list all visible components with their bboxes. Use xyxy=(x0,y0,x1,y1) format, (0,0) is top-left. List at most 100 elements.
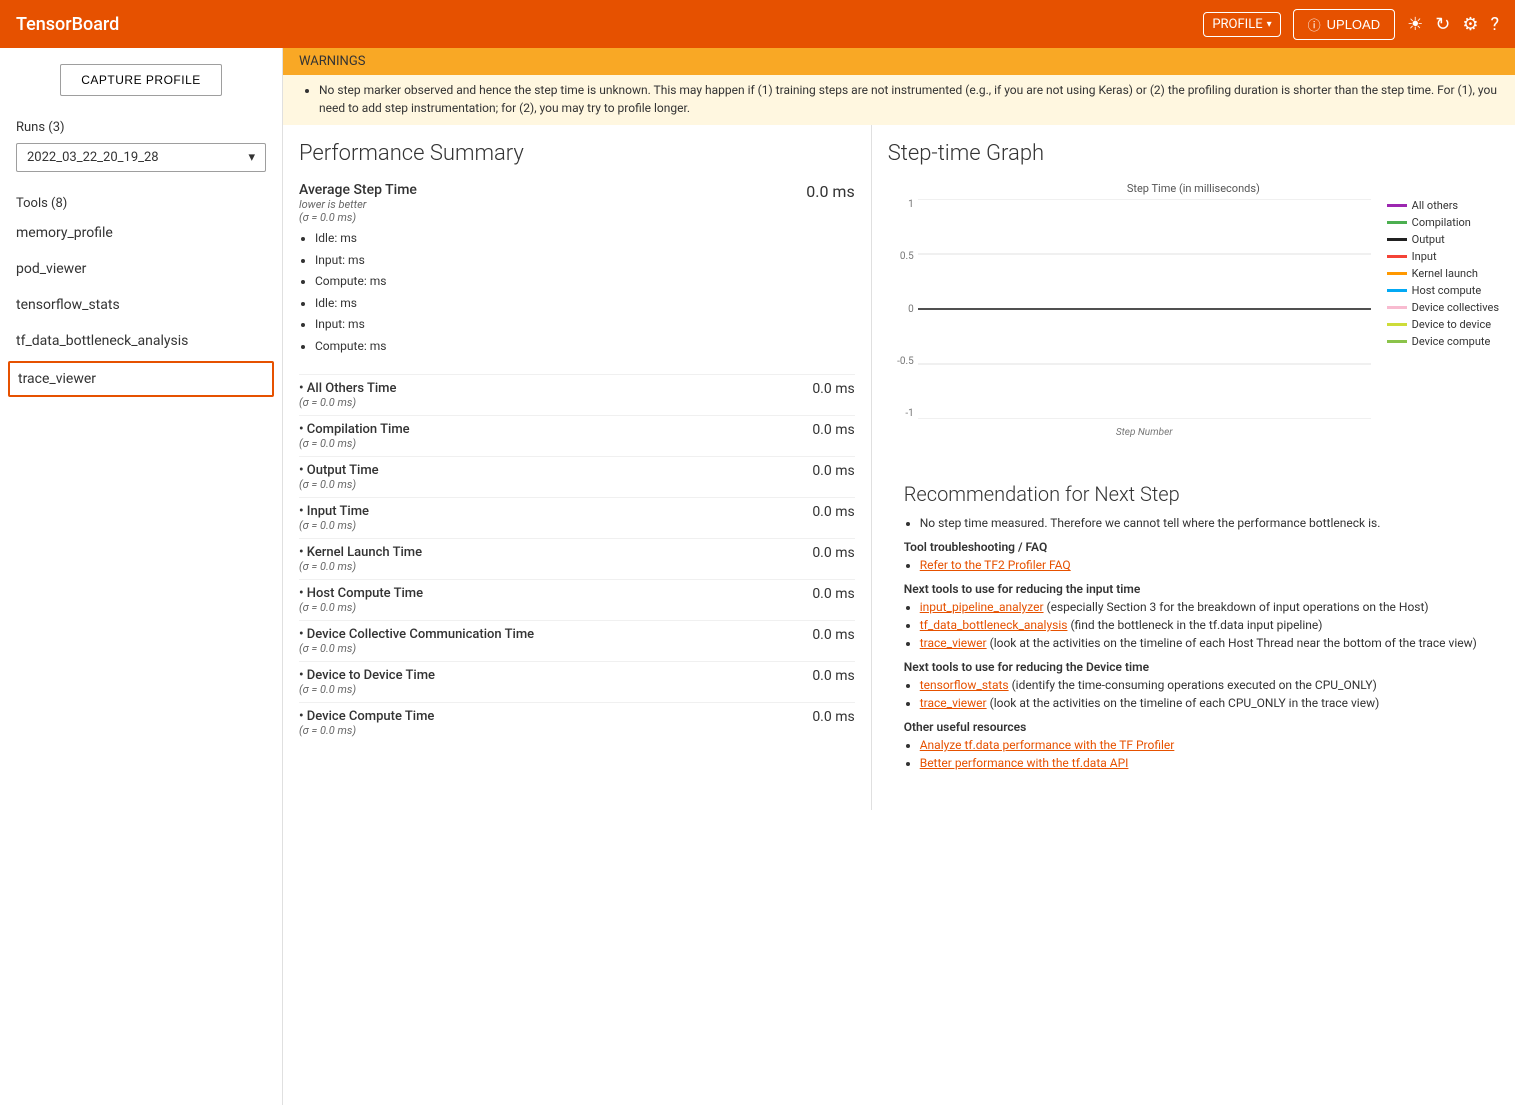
metric-row: Compilation Time (σ = 0.0 ms) 0.0 ms xyxy=(299,415,855,456)
runs-label: Runs (3) xyxy=(0,112,282,139)
legend-item: All others xyxy=(1387,199,1499,212)
legend-color-swatch xyxy=(1387,221,1407,224)
legend-color-swatch xyxy=(1387,272,1407,275)
legend-color-swatch xyxy=(1387,238,1407,241)
metric-value: 0.0 ms xyxy=(800,586,855,602)
metric-row: All Others Time (σ = 0.0 ms) 0.0 ms xyxy=(299,374,855,415)
sidebar-item-tensorflow_stats[interactable]: tensorflow_stats xyxy=(0,287,282,323)
avg-step-bullets: Idle: msInput: msCompute: msIdle: msInpu… xyxy=(299,228,855,358)
rec-no-step: No step time measured. Therefore we cann… xyxy=(904,516,1483,530)
legend-item: Output xyxy=(1387,233,1499,246)
metric-row: Input Time (σ = 0.0 ms) 0.0 ms xyxy=(299,497,855,538)
sidebar-item-pod_viewer[interactable]: pod_viewer xyxy=(0,251,282,287)
metric-value: 0.0 ms xyxy=(800,422,855,438)
performance-panel: Performance Summary Average Step Time lo… xyxy=(283,125,872,810)
device-link[interactable]: tensorflow_stats xyxy=(920,678,1009,692)
profile-label: PROFILE xyxy=(1212,17,1262,32)
metric-value: 0.0 ms xyxy=(800,668,855,684)
runs-dropdown[interactable]: 2022_03_22_20_19_28 ▾ xyxy=(16,143,266,172)
sidebar-item-memory_profile[interactable]: memory_profile xyxy=(0,215,282,251)
metric-row: Host Compute Time (σ = 0.0 ms) 0.0 ms xyxy=(299,579,855,620)
sidebar-item-tf_data_bottleneck_analysis[interactable]: tf_data_bottleneck_analysis xyxy=(0,323,282,359)
legend-item: Input xyxy=(1387,250,1499,263)
input-link[interactable]: tf_data_bottleneck_analysis xyxy=(920,618,1068,632)
metric-row: Output Time (σ = 0.0 ms) 0.0 ms xyxy=(299,456,855,497)
chevron-down-icon: ▾ xyxy=(1267,19,1272,30)
rec-title: Recommendation for Next Step xyxy=(904,482,1483,506)
metric-sigma: (σ = 0.0 ms) xyxy=(299,478,379,491)
legend-color-swatch xyxy=(1387,323,1407,326)
sidebar: CAPTURE PROFILE Runs (3) 2022_03_22_20_1… xyxy=(0,48,283,1105)
step-time-graph: Step Time (in milliseconds) 1 0.5 0 -0.5… xyxy=(888,182,1499,482)
input-link[interactable]: trace_viewer xyxy=(920,636,987,650)
other-links: Analyze tf.data performance with the TF … xyxy=(904,738,1483,770)
avg-step-main: Average Step Time lower is better (σ = 0… xyxy=(299,182,855,224)
faq-link-list: Refer to the TF2 Profiler FAQ xyxy=(904,558,1483,572)
metric-value: 0.0 ms xyxy=(800,545,855,561)
upload-button[interactable]: ⓘ UPLOAD xyxy=(1293,9,1395,40)
metric-row: Device Compute Time (σ = 0.0 ms) 0.0 ms xyxy=(299,702,855,743)
legend-item: Compilation xyxy=(1387,216,1499,229)
device-link[interactable]: trace_viewer xyxy=(920,696,987,710)
metric-label: Device to Device Time xyxy=(299,668,435,683)
legend-item: Kernel launch xyxy=(1387,267,1499,280)
app-title: TensorBoard xyxy=(16,14,1203,35)
metric-value: 0.0 ms xyxy=(800,627,855,643)
metrics-list: All Others Time (σ = 0.0 ms) 0.0 ms Comp… xyxy=(299,374,855,743)
legend-color-swatch xyxy=(1387,340,1407,343)
metric-label: Device Compute Time xyxy=(299,709,434,724)
graph-area: 1 0.5 0 -0.5 -1 xyxy=(888,199,1499,438)
graph-title: Step-time Graph xyxy=(888,141,1499,166)
recommendation-section: Recommendation for Next Step No step tim… xyxy=(888,482,1499,794)
right-panel: Step-time Graph Step Time (in millisecon… xyxy=(872,125,1515,810)
metric-sigma: (σ = 0.0 ms) xyxy=(299,601,423,614)
metric-sigma: (σ = 0.0 ms) xyxy=(299,683,435,696)
settings-icon[interactable]: ⚙ xyxy=(1462,14,1478,35)
main-content: WARNINGS No step marker observed and hen… xyxy=(283,48,1515,1105)
help-icon[interactable]: ? xyxy=(1490,14,1499,35)
brightness-icon[interactable]: ☀ xyxy=(1407,14,1423,35)
metric-sigma: (σ = 0.0 ms) xyxy=(299,437,410,450)
warnings-title: WARNINGS xyxy=(299,54,365,69)
x-axis-label: Step Number xyxy=(918,427,1371,438)
metric-row: Device to Device Time (σ = 0.0 ms) 0.0 m… xyxy=(299,661,855,702)
faq-link[interactable]: Refer to the TF2 Profiler FAQ xyxy=(920,558,1071,572)
header: TensorBoard PROFILE ▾ ⓘ UPLOAD ☀ ↻ ⚙ ? xyxy=(0,0,1515,48)
other-link[interactable]: Better performance with the tf.data API xyxy=(920,756,1129,770)
device-links: tensorflow_stats (identify the time-cons… xyxy=(904,678,1483,710)
warnings-bar: WARNINGS xyxy=(283,48,1515,75)
metric-row: Device Collective Communication Time (σ … xyxy=(299,620,855,661)
y-axis: 1 0.5 0 -0.5 -1 xyxy=(888,199,918,419)
legend-item: Host compute xyxy=(1387,284,1499,297)
capture-profile-button[interactable]: CAPTURE PROFILE xyxy=(60,64,222,96)
graph-legend: All others Compilation Output Input Kernel l… xyxy=(1387,199,1499,438)
profile-select[interactable]: PROFILE ▾ xyxy=(1203,12,1280,37)
legend-color-swatch xyxy=(1387,204,1407,207)
metric-sigma: (σ = 0.0 ms) xyxy=(299,396,396,409)
device-title: Next tools to use for reducing the Devic… xyxy=(904,660,1483,674)
dropdown-arrow-icon: ▾ xyxy=(248,150,255,165)
metric-sigma: (σ = 0.0 ms) xyxy=(299,560,422,573)
app-body: CAPTURE PROFILE Runs (3) 2022_03_22_20_1… xyxy=(0,48,1515,1105)
graph-svg xyxy=(918,199,1371,419)
metric-label: All Others Time xyxy=(299,381,396,396)
other-title: Other useful resources xyxy=(904,720,1483,734)
header-actions: PROFILE ▾ ⓘ UPLOAD ☀ ↻ ⚙ ? xyxy=(1203,9,1499,40)
sidebar-item-trace_viewer[interactable]: trace_viewer xyxy=(8,361,274,397)
metric-sigma: (σ = 0.0 ms) xyxy=(299,642,534,655)
tools-list: memory_profilepod_viewertensorflow_stats… xyxy=(0,215,282,399)
metric-value: 0.0 ms xyxy=(800,463,855,479)
metric-sigma: (σ = 0.0 ms) xyxy=(299,519,369,532)
metric-label: Output Time xyxy=(299,463,379,478)
legend-item: Device to device xyxy=(1387,318,1499,331)
graph-y-label: Step Time (in milliseconds) xyxy=(888,182,1499,195)
refresh-icon[interactable]: ↻ xyxy=(1435,14,1450,35)
avg-step-time-section: Average Step Time lower is better (σ = 0… xyxy=(299,182,855,358)
legend-item: Device collectives xyxy=(1387,301,1499,314)
other-link[interactable]: Analyze tf.data performance with the TF … xyxy=(920,738,1175,752)
avg-step-label: Average Step Time xyxy=(299,182,417,198)
input-link[interactable]: input_pipeline_analyzer xyxy=(920,600,1044,614)
metric-label: Host Compute Time xyxy=(299,586,423,601)
runs-value: 2022_03_22_20_19_28 xyxy=(27,150,159,165)
legend-color-swatch xyxy=(1387,289,1407,292)
